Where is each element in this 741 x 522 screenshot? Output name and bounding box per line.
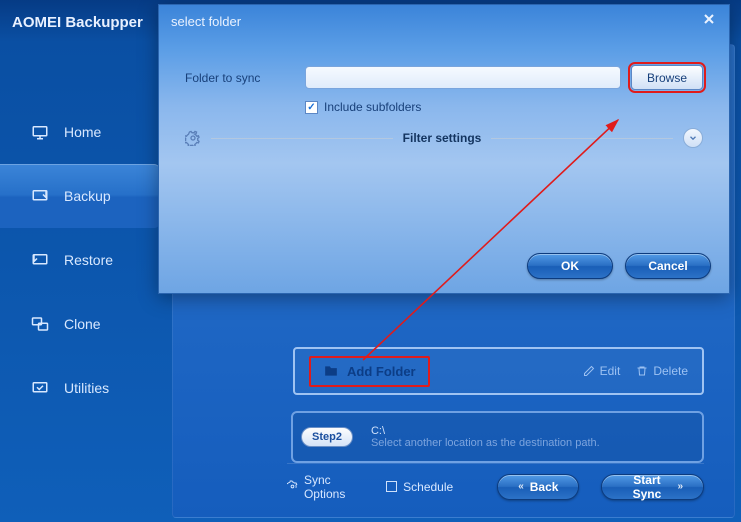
bottom-bar: Sync Options Schedule « Back Start Sync … [287, 463, 704, 501]
trash-icon [636, 365, 648, 377]
nav-backup-label: Backup [64, 188, 111, 204]
settings-icon[interactable] [185, 130, 201, 146]
schedule-label: Schedule [403, 480, 453, 494]
home-icon [30, 123, 50, 141]
sync-options-label: Sync Options [304, 473, 364, 501]
app-title: AOMEI Backupper [12, 14, 143, 31]
step2-row[interactable]: Step2 C:\ Select another location as the… [291, 411, 704, 463]
edit-link[interactable]: Edit [583, 364, 621, 378]
clone-icon [30, 315, 50, 333]
nav-utilities[interactable]: Utilities [0, 356, 160, 420]
gear-icon [287, 480, 298, 493]
select-folder-dialog: select folder Folder to sync Browse ✓ In… [158, 4, 730, 294]
nav-clone[interactable]: Clone [0, 292, 160, 356]
delete-link[interactable]: Delete [636, 364, 688, 378]
edit-icon [583, 365, 595, 377]
cancel-button[interactable]: Cancel [625, 253, 711, 279]
step2-badge: Step2 [301, 427, 353, 447]
nav-restore-label: Restore [64, 252, 113, 268]
start-sync-button[interactable]: Start Sync » [601, 474, 704, 500]
edit-label: Edit [600, 364, 621, 378]
sidebar: Home Backup Restore Clone Utilities [0, 100, 160, 420]
nav-restore[interactable]: Restore [0, 228, 160, 292]
dialog-title: select folder [171, 14, 241, 29]
schedule-link[interactable]: Schedule [386, 480, 453, 494]
backup-icon [30, 187, 50, 205]
add-folder-bar: Add Folder Edit Delete [293, 347, 704, 395]
add-folder-label: Add Folder [347, 364, 416, 379]
chevron-left-icon: « [518, 481, 524, 492]
expand-button[interactable] [683, 128, 703, 148]
nav-clone-label: Clone [64, 316, 101, 332]
chevron-right-icon: » [677, 481, 683, 492]
destination-hint: Select another location as the destinati… [371, 437, 600, 449]
nav-home-label: Home [64, 124, 101, 140]
folder-to-sync-label: Folder to sync [185, 71, 295, 85]
app-window: AOMEI Backupper Purchase Menu Home Backu… [0, 0, 741, 522]
sync-options-link[interactable]: Sync Options [287, 473, 364, 501]
folder-path-input[interactable] [305, 66, 621, 89]
restore-icon [30, 251, 50, 269]
folder-plus-icon [323, 364, 339, 378]
include-subfolders-checkbox[interactable]: ✓ Include subfolders [305, 100, 703, 114]
start-sync-label: Start Sync [622, 473, 671, 501]
delete-label: Delete [653, 364, 688, 378]
nav-home[interactable]: Home [0, 100, 160, 164]
filter-settings-label: Filter settings [403, 131, 482, 145]
include-subfolders-label: Include subfolders [324, 100, 421, 114]
add-folder-button[interactable]: Add Folder [309, 356, 430, 387]
dialog-titlebar[interactable]: select folder [159, 5, 729, 37]
ok-button[interactable]: OK [527, 253, 613, 279]
checkbox-icon [386, 481, 397, 492]
destination-path: C:\ [371, 425, 600, 437]
chevron-down-icon [688, 133, 698, 143]
back-button[interactable]: « Back [497, 474, 579, 500]
utilities-icon [30, 379, 50, 397]
checkbox-icon: ✓ [305, 101, 318, 114]
browse-button[interactable]: Browse [631, 65, 703, 90]
close-icon [701, 11, 717, 27]
dialog-close-button[interactable] [701, 11, 717, 32]
nav-backup[interactable]: Backup [0, 164, 160, 228]
back-label: Back [530, 480, 559, 494]
nav-utilities-label: Utilities [64, 380, 109, 396]
